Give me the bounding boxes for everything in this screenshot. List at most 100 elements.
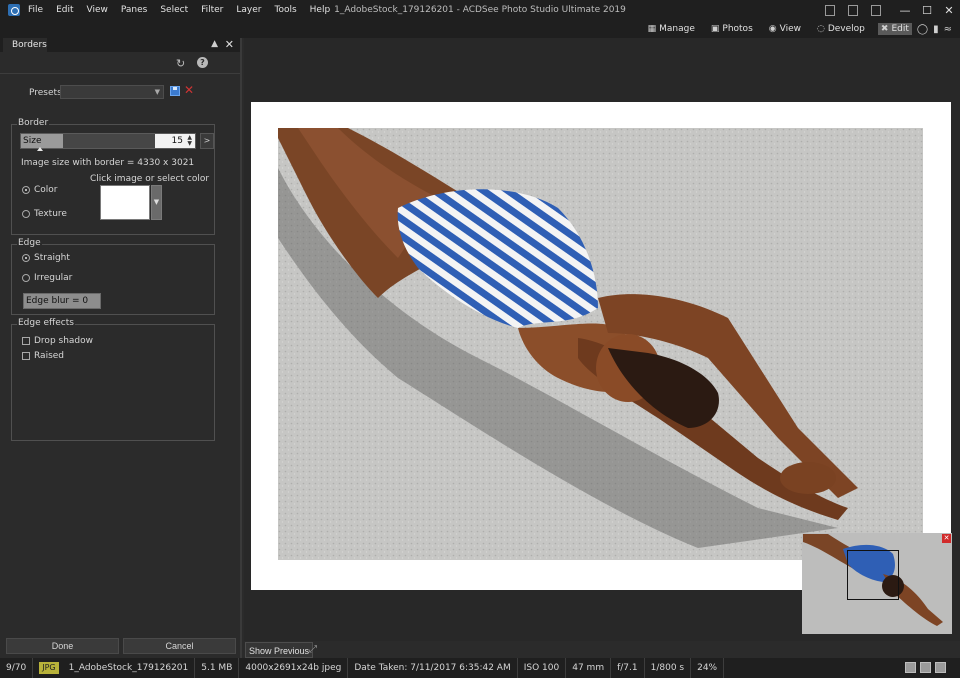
menu-file[interactable]: File: [28, 5, 43, 15]
size-slider-thumb[interactable]: [37, 147, 43, 151]
navigator-thumbnail[interactable]: ✕: [802, 533, 952, 634]
right-pane-toggle-icon[interactable]: [871, 4, 881, 16]
file-size: 5.1 MB: [195, 658, 240, 678]
menu-edit[interactable]: Edit: [56, 5, 73, 15]
image-size-text: Image size with border = 4330 x 3021: [21, 158, 195, 168]
straight-radio-dot: [22, 254, 30, 262]
menu-bar: File Edit View Panes Select Filter Layer…: [28, 5, 343, 15]
image-canvas[interactable]: ✕: [244, 38, 960, 641]
drop-shadow-checkbox[interactable]: Drop shadow: [22, 336, 93, 346]
panel-toolbar: ↻ ?: [0, 52, 240, 74]
file-name: 1_AdobeStock_179126201: [63, 658, 196, 678]
focal-length: 47 mm: [566, 658, 612, 678]
edit-icon: ✖: [880, 24, 889, 34]
check-view-icon[interactable]: [935, 662, 946, 673]
wave-icon[interactable]: ≈: [944, 24, 952, 35]
menu-tools[interactable]: Tools: [274, 5, 296, 15]
borders-panel: Borders ▲ ✕ ↻ ? Presets ▼ ✕ Border Size …: [0, 38, 242, 658]
save-preset-icon[interactable]: [170, 86, 180, 96]
menu-view[interactable]: View: [87, 5, 108, 15]
mode-bar: ▦ Manage ▣ Photos ◉ View ◌ Develop ✖ Edi…: [0, 20, 960, 38]
aperture: f/7.1: [611, 658, 645, 678]
straight-radio[interactable]: Straight: [22, 253, 70, 263]
date-taken: Date Taken: 7/11/2017 6:35:42 AM: [348, 658, 518, 678]
mode-edit[interactable]: ✖ Edit: [877, 23, 912, 35]
irregular-radio[interactable]: Irregular: [22, 273, 72, 283]
photos-icon: ▣: [710, 24, 720, 34]
grid-icon: ▦: [647, 24, 657, 34]
cancel-button[interactable]: Cancel: [123, 638, 236, 654]
edge-group: Edge Straight Irregular Edge blur = 0: [11, 238, 215, 315]
acdsee-app-icon[interactable]: [8, 4, 20, 16]
window-controls: — ☐ ✕: [825, 0, 960, 20]
presets-dropdown[interactable]: ▼: [60, 85, 164, 99]
texture-radio[interactable]: Texture: [22, 209, 67, 219]
menu-select[interactable]: Select: [160, 5, 188, 15]
presets-label: Presets: [29, 88, 62, 98]
pin-icon[interactable]: ▲: [211, 39, 218, 49]
photo[interactable]: [278, 128, 923, 560]
size-label: Size: [23, 136, 42, 146]
edge-legend: Edge: [17, 238, 42, 248]
size-value-field[interactable]: 15 ▲ ▼: [155, 134, 195, 148]
develop-icon: ◌: [816, 24, 825, 34]
menu-panes[interactable]: Panes: [121, 5, 147, 15]
shutter-speed: 1/800 s: [645, 658, 692, 678]
border-legend: Border: [17, 118, 50, 128]
eye-icon: ◉: [768, 24, 777, 34]
tab-borders[interactable]: Borders: [3, 38, 47, 52]
iso-value: ISO 100: [518, 658, 567, 678]
mode-photos[interactable]: ▣ Photos: [708, 23, 756, 35]
edge-blur-slider[interactable]: Edge blur = 0: [23, 293, 101, 309]
split-view-icon[interactable]: [920, 662, 931, 673]
size-options-button[interactable]: >: [200, 133, 214, 149]
color-dropdown-button[interactable]: ▼: [151, 185, 162, 220]
close-icon[interactable]: ✕: [938, 4, 960, 17]
navigator-close-icon[interactable]: ✕: [942, 534, 951, 543]
edge-effects-legend: Edge effects: [17, 318, 75, 328]
image-dimensions: 4000x2691x24b jpeg: [239, 658, 349, 678]
raised-box: [22, 352, 30, 360]
left-pane-toggle-icon[interactable]: [825, 4, 835, 16]
panel-close-icon[interactable]: ✕: [225, 38, 234, 51]
status-bar: 9/70 JPG 1_AdobeStock_179126201 5.1 MB 4…: [0, 658, 960, 678]
mode-develop[interactable]: ◌ Develop: [814, 23, 868, 35]
minimize-icon[interactable]: —: [894, 4, 916, 17]
border-color-swatch[interactable]: [100, 185, 150, 220]
360-icon[interactable]: ◯: [917, 24, 928, 35]
size-slider[interactable]: Size 15 ▲ ▼: [20, 133, 196, 151]
status-icons: [901, 662, 946, 673]
single-view-icon[interactable]: [905, 662, 916, 673]
mode-view[interactable]: ◉ View: [766, 23, 804, 35]
menu-help[interactable]: Help: [310, 5, 331, 15]
border-frame: [251, 102, 951, 590]
chevron-down-icon: ▼: [154, 88, 160, 96]
color-radio[interactable]: Color: [22, 185, 58, 195]
fullscreen-icon[interactable]: ⤢: [309, 644, 317, 655]
help-icon[interactable]: ?: [197, 57, 208, 68]
panel-tab-bar: Borders ▲ ✕: [0, 38, 240, 52]
delete-preset-icon[interactable]: ✕: [184, 83, 194, 97]
bottom-pane-toggle-icon[interactable]: [848, 4, 858, 16]
menu-filter[interactable]: Filter: [201, 5, 223, 15]
done-button[interactable]: Done: [6, 638, 119, 654]
edge-effects-group: Edge effects Drop shadow Raised: [11, 318, 215, 441]
navigator-viewport[interactable]: [847, 550, 899, 600]
border-group: Border Size 15 ▲ ▼ > Image size with bord…: [11, 118, 215, 235]
histogram-icon[interactable]: ▮: [933, 24, 939, 35]
irregular-radio-dot: [22, 274, 30, 282]
color-radio-dot: [22, 186, 30, 194]
reset-icon[interactable]: ↻: [176, 57, 185, 70]
color-hint-text: Click image or select color: [90, 174, 210, 184]
raised-checkbox[interactable]: Raised: [22, 351, 64, 361]
menu-layer[interactable]: Layer: [236, 5, 261, 15]
title-bar: File Edit View Panes Select Filter Layer…: [0, 0, 960, 20]
maximize-icon[interactable]: ☐: [916, 4, 938, 17]
photo-illustration: [278, 128, 923, 560]
texture-radio-dot: [22, 210, 30, 218]
drop-shadow-box: [22, 337, 30, 345]
spinner-icon[interactable]: ▲ ▼: [187, 135, 192, 147]
zoom-level[interactable]: 24%: [691, 658, 725, 678]
show-previous-button[interactable]: Show Previous: [245, 642, 314, 658]
mode-manage[interactable]: ▦ Manage: [645, 23, 698, 35]
